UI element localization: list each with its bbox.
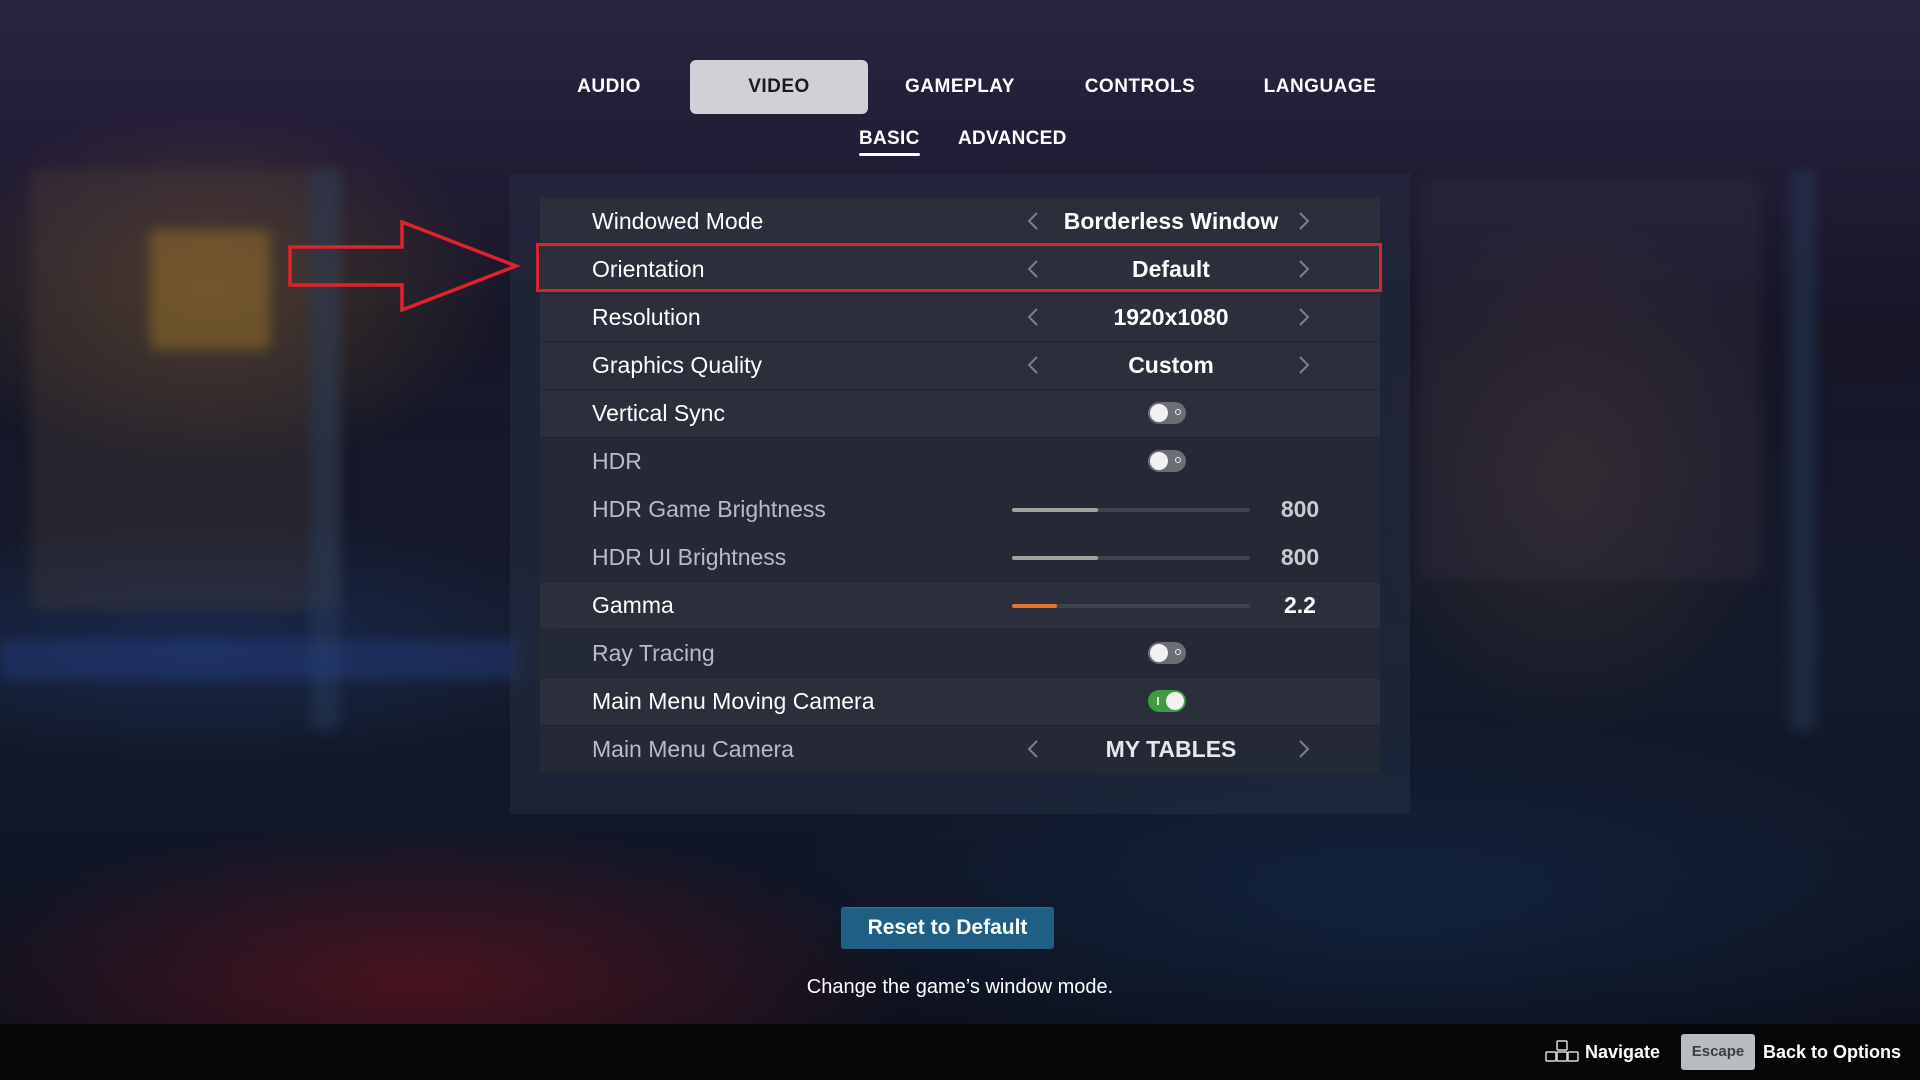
annotation-arrow-icon bbox=[288, 220, 520, 312]
hdr-game-brightness-slider[interactable] bbox=[1012, 508, 1250, 512]
chevron-left-icon[interactable] bbox=[1023, 306, 1045, 328]
setting-label: HDR Game Brightness bbox=[592, 496, 826, 522]
setting-row-ray-tracing[interactable]: Ray Tracing bbox=[540, 630, 1380, 677]
slider-value: 2.2 bbox=[1284, 592, 1316, 618]
reset-to-default-button[interactable]: Reset to Default bbox=[841, 907, 1054, 949]
main-menu-moving-camera-toggle[interactable] bbox=[1148, 690, 1186, 712]
toggle-knob bbox=[1150, 452, 1168, 470]
chevron-right-icon[interactable] bbox=[1292, 738, 1314, 760]
toggle-knob bbox=[1166, 692, 1184, 710]
background-decor-left-poster bbox=[150, 230, 270, 350]
ray-tracing-toggle[interactable] bbox=[1148, 642, 1186, 664]
setting-row-hdr[interactable]: HDR bbox=[540, 438, 1380, 485]
slider-fill bbox=[1012, 604, 1058, 608]
background-decor-right-pillar bbox=[1790, 170, 1816, 730]
settings-list: Windowed Mode Borderless Window Orientat… bbox=[540, 198, 1380, 774]
toggle-off-icon bbox=[1175, 409, 1181, 415]
slider-value: 800 bbox=[1280, 544, 1320, 570]
subtab-basic[interactable]: BASIC bbox=[859, 128, 920, 156]
escape-key-button[interactable]: Escape bbox=[1681, 1034, 1755, 1070]
chevron-left-icon[interactable] bbox=[1023, 354, 1045, 376]
navigate-label: Navigate bbox=[1585, 1042, 1661, 1062]
setting-row-gamma[interactable]: Gamma 2.2 bbox=[540, 582, 1380, 629]
setting-label: Resolution bbox=[592, 304, 701, 330]
toggle-off-icon bbox=[1175, 649, 1181, 655]
chevron-left-icon[interactable] bbox=[1023, 258, 1045, 280]
hdr-ui-brightness-slider[interactable] bbox=[1012, 556, 1250, 560]
slider-fill bbox=[1012, 556, 1098, 560]
sub-tabs: BASIC ADVANCED bbox=[0, 128, 1920, 164]
gamma-slider[interactable] bbox=[1012, 604, 1250, 608]
setting-row-resolution[interactable]: Resolution 1920x1080 bbox=[540, 294, 1380, 341]
chevron-right-icon[interactable] bbox=[1292, 258, 1314, 280]
setting-label: Ray Tracing bbox=[592, 640, 715, 666]
tab-video[interactable]: VIDEO bbox=[690, 60, 868, 114]
arrow-keys-icon bbox=[1545, 1040, 1579, 1062]
tab-language[interactable]: LANGUAGE bbox=[1250, 60, 1390, 114]
toggle-knob bbox=[1150, 404, 1168, 422]
setting-label: Windowed Mode bbox=[592, 208, 764, 234]
chevron-right-icon[interactable] bbox=[1292, 210, 1314, 232]
toggle-on-icon bbox=[1157, 697, 1159, 705]
setting-label: Main Menu Moving Camera bbox=[592, 688, 875, 714]
setting-value: 1920x1080 bbox=[1113, 304, 1229, 330]
setting-row-graphics-quality[interactable]: Graphics Quality Custom bbox=[540, 342, 1380, 389]
setting-row-orientation[interactable]: Orientation Default bbox=[540, 246, 1380, 293]
back-to-options-button[interactable]: Back to Options bbox=[1763, 1024, 1901, 1080]
background-decor-right-frame bbox=[1420, 180, 1760, 580]
setting-label: Main Menu Camera bbox=[592, 736, 794, 762]
setting-row-windowed-mode[interactable]: Windowed Mode Borderless Window bbox=[540, 198, 1380, 245]
slider-fill bbox=[1012, 508, 1098, 512]
chevron-left-icon[interactable] bbox=[1023, 738, 1045, 760]
background-decor-blue-band bbox=[0, 640, 520, 680]
setting-label: Graphics Quality bbox=[592, 352, 763, 378]
setting-row-main-menu-camera[interactable]: Main Menu Camera MY TABLES bbox=[540, 726, 1380, 773]
main-tabs: AUDIO VIDEO GAMEPLAY CONTROLS LANGUAGE bbox=[510, 60, 1890, 114]
setting-label: HDR bbox=[592, 448, 642, 474]
subtab-advanced[interactable]: ADVANCED bbox=[958, 128, 1067, 150]
chevron-left-icon[interactable] bbox=[1023, 210, 1045, 232]
footer-bar: Navigate Escape Back to Options bbox=[0, 1024, 1920, 1080]
vertical-sync-toggle[interactable] bbox=[1148, 402, 1186, 424]
setting-label: Vertical Sync bbox=[592, 400, 725, 426]
setting-value: Borderless Window bbox=[1063, 208, 1279, 234]
tab-audio[interactable]: AUDIO bbox=[550, 60, 668, 114]
hdr-toggle[interactable] bbox=[1148, 450, 1186, 472]
slider-value: 800 bbox=[1280, 496, 1320, 522]
setting-row-main-menu-moving-camera[interactable]: Main Menu Moving Camera bbox=[540, 678, 1380, 725]
setting-value: Custom bbox=[1128, 352, 1214, 378]
tab-controls[interactable]: CONTROLS bbox=[1070, 60, 1210, 114]
setting-row-vertical-sync[interactable]: Vertical Sync bbox=[540, 390, 1380, 437]
chevron-right-icon[interactable] bbox=[1292, 354, 1314, 376]
setting-label: HDR UI Brightness bbox=[592, 544, 787, 570]
setting-description: Change the game’s window mode. bbox=[806, 976, 1114, 998]
setting-row-hdr-game-brightness[interactable]: HDR Game Brightness 800 bbox=[540, 486, 1380, 533]
setting-value: MY TABLES bbox=[1105, 736, 1237, 762]
setting-value: Default bbox=[1132, 256, 1210, 282]
setting-label: Gamma bbox=[592, 592, 674, 618]
toggle-off-icon bbox=[1175, 457, 1181, 463]
tab-gameplay[interactable]: GAMEPLAY bbox=[890, 60, 1030, 114]
chevron-right-icon[interactable] bbox=[1292, 306, 1314, 328]
toggle-knob bbox=[1150, 644, 1168, 662]
setting-row-hdr-ui-brightness[interactable]: HDR UI Brightness 800 bbox=[540, 534, 1380, 581]
setting-label: Orientation bbox=[592, 256, 705, 282]
